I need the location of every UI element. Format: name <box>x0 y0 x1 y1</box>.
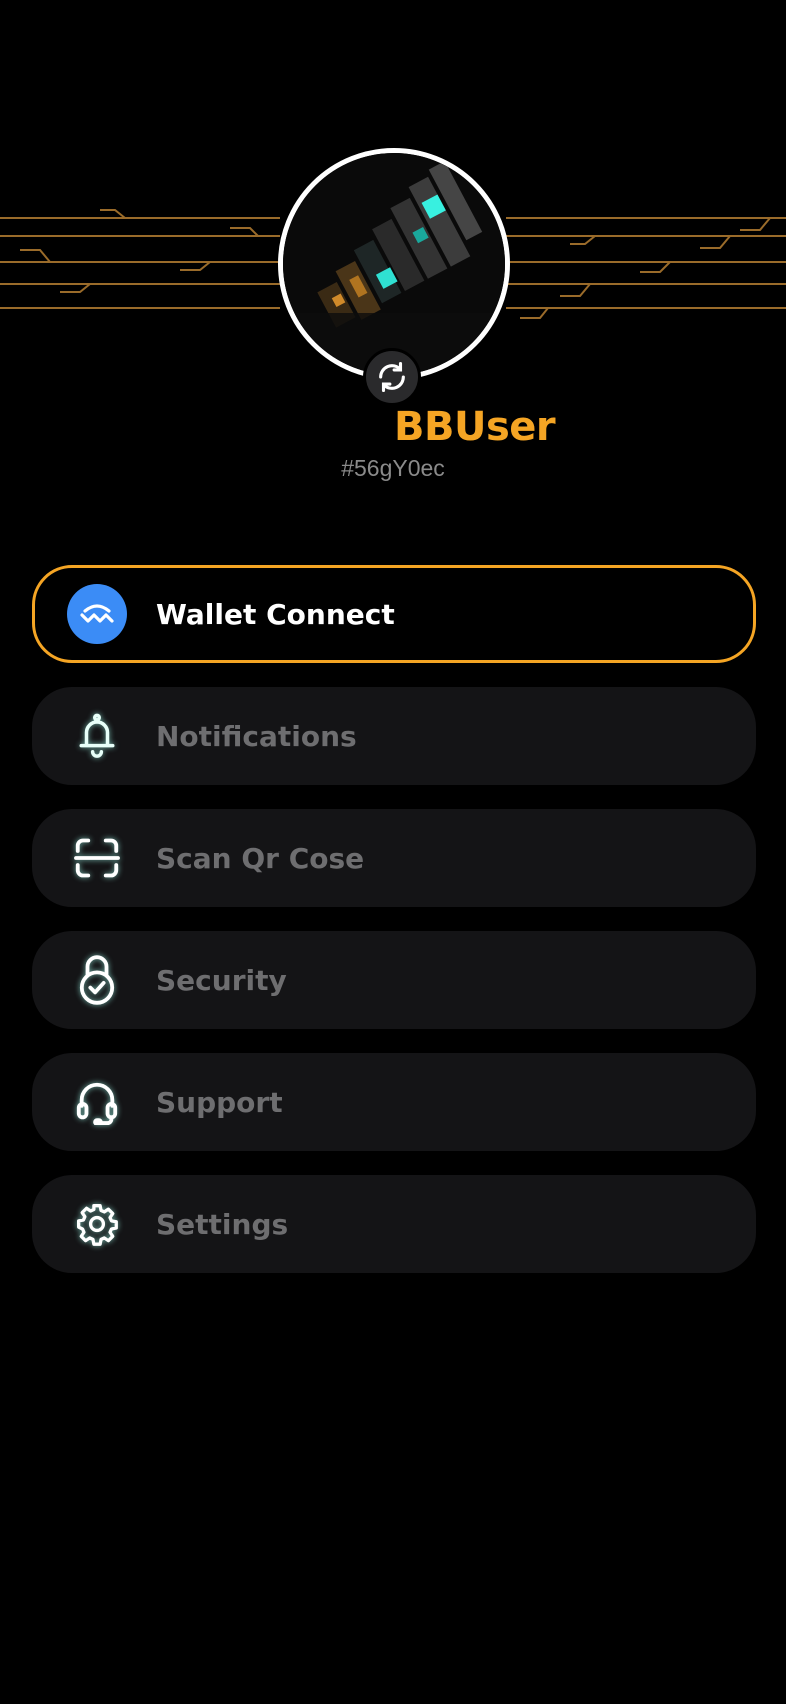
lock-check-icon <box>66 949 128 1011</box>
menu-item-label: Security <box>156 963 287 997</box>
menu-item-wallet-connect[interactable]: Wallet Connect <box>32 565 756 663</box>
bell-icon <box>66 705 128 767</box>
menu-item-scan-qr[interactable]: Scan Qr Cose <box>32 809 756 907</box>
scan-qr-icon <box>66 827 128 889</box>
profile-screen: BBUser #56gY0ec Wallet Connect Notificat… <box>0 0 786 1704</box>
menu-item-settings[interactable]: Settings <box>32 1175 756 1273</box>
menu-item-label: Notifications <box>156 719 357 753</box>
walletconnect-icon <box>66 583 128 645</box>
menu-item-notifications[interactable]: Notifications <box>32 687 756 785</box>
menu-item-security[interactable]: Security <box>32 931 756 1029</box>
refresh-avatar-button[interactable] <box>363 348 421 406</box>
avatar-container <box>278 148 510 406</box>
avatar[interactable] <box>278 148 510 380</box>
menu-item-label: Settings <box>156 1207 289 1241</box>
username: BBUser <box>394 404 556 450</box>
headset-icon <box>66 1071 128 1133</box>
refresh-icon <box>379 361 405 393</box>
user-id: #56gY0ec <box>341 455 445 481</box>
menu-item-label: Wallet Connect <box>156 597 395 631</box>
menu-list: Wallet Connect Notifications Scan Qr Cos… <box>32 565 756 1297</box>
menu-item-label: Scan Qr Cose <box>156 841 365 875</box>
gear-icon <box>66 1193 128 1255</box>
menu-item-label: Support <box>156 1085 283 1119</box>
menu-item-support[interactable]: Support <box>32 1053 756 1151</box>
